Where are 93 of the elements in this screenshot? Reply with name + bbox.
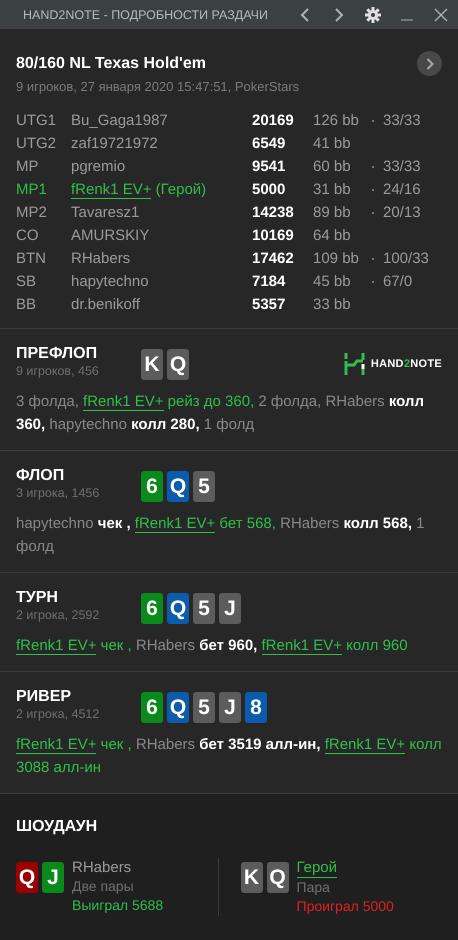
- stack-bb: 41 bb: [313, 134, 352, 154]
- playing-card: 5: [193, 471, 215, 502]
- stack-size: 10169: [252, 226, 295, 246]
- player-name: hapytechno: [71, 272, 150, 292]
- player-link[interactable]: Герой: [296, 858, 338, 878]
- playing-card: Q: [167, 692, 189, 723]
- player-link[interactable]: fRenk1 EV+: [324, 736, 406, 754]
- stack-size: 17462: [252, 249, 295, 269]
- street-info: 2 игрока, 2592: [16, 608, 100, 622]
- stack-bb: 60 bb: [313, 157, 352, 177]
- street-info: 2 игрока, 4512: [16, 707, 100, 721]
- showdown-title: ШОУДАУН: [16, 818, 98, 835]
- playing-card: J: [219, 692, 241, 723]
- player-link[interactable]: fRenk1 EV+: [134, 515, 216, 533]
- stack-size: 14238: [252, 203, 295, 223]
- hero-label: (Герой): [154, 181, 206, 198]
- street-title: ТУРН: [16, 589, 59, 607]
- player-position: BTN: [16, 249, 47, 269]
- playing-card: Q: [167, 471, 189, 502]
- stack-size: 5357: [252, 295, 286, 315]
- player-link[interactable]: fRenk1 EV+: [16, 637, 96, 655]
- player-position: MP: [16, 157, 40, 177]
- player-stats: 20/13: [383, 203, 422, 223]
- player-position: UTG2: [16, 134, 58, 154]
- hand-result: Выиграл 5688: [72, 896, 164, 915]
- stack-size: 9541: [252, 157, 286, 177]
- chevron-right-icon: [426, 58, 434, 70]
- playing-card: J: [42, 862, 64, 893]
- player-link[interactable]: fRenk1 EV+: [71, 181, 152, 199]
- playing-card: 6: [141, 471, 163, 502]
- stack-bb: 31 bb: [313, 180, 352, 200]
- player-position: BB: [16, 295, 38, 315]
- player-name: Tavaresz1: [71, 203, 140, 223]
- player-link[interactable]: fRenk1 EV+: [83, 393, 164, 411]
- player-name: zaf19721972: [71, 134, 159, 154]
- stack-bb: 45 bb: [313, 272, 352, 292]
- hand-title: 80/160 NL Texas Hold'em: [16, 54, 206, 72]
- hand-combination: Пара: [296, 878, 331, 897]
- street-title: РИВЕР: [16, 688, 72, 706]
- stack-bb: 89 bb: [313, 203, 352, 223]
- hand-info: 9 игроков, 27 января 2020 15:47:51, PokerStars: [16, 79, 300, 94]
- player-stats: 67/0: [383, 272, 414, 292]
- hand-result: Проиграл 5000: [296, 897, 394, 916]
- playing-card: 8: [245, 692, 267, 723]
- player-position: CO: [16, 226, 40, 246]
- stack-bb: 33 bb: [313, 295, 352, 315]
- stack-size: 7184: [252, 272, 286, 292]
- player-link[interactable]: fRenk1 EV+: [16, 736, 96, 754]
- playing-card: 6: [141, 692, 163, 723]
- playing-card: 5: [193, 593, 215, 624]
- street-info: 3 игрока, 1456: [16, 486, 100, 500]
- stack-size: 20169: [252, 111, 295, 131]
- player-name: pgremio: [71, 157, 126, 177]
- logo-text: HAND2NOTE: [370, 358, 442, 370]
- playing-card: 5: [193, 692, 215, 723]
- player-name: RHabers: [72, 858, 132, 877]
- action-summary: fRenk1 EV+ чек , RHabers бет 3519 алл-ин, fRenk1 EV+ колл 3088 алл-ин: [16, 735, 442, 778]
- playing-card: Q: [16, 862, 38, 893]
- player-link[interactable]: fRenk1 EV+: [262, 637, 342, 655]
- stack-bb: 126 bb: [313, 111, 360, 131]
- player-stats: 100/33: [383, 249, 430, 269]
- window-title: HAND2NOTE - ПОДРОБНОСТИ РАЗДАЧИ: [23, 8, 269, 22]
- playing-card: Q: [266, 862, 288, 893]
- player-stats: 33/33: [383, 111, 422, 131]
- player-position: SB: [16, 272, 38, 292]
- street-title: ФЛОП: [16, 467, 66, 485]
- hand-combination: Две пары: [72, 877, 135, 896]
- player-position: MP2: [16, 203, 48, 223]
- playing-card: K: [141, 349, 163, 380]
- street-title: ПРЕФЛОП: [16, 345, 98, 363]
- playing-card: 6: [141, 593, 163, 624]
- player-name: Bu_Gaga1987: [71, 111, 169, 131]
- player-stats: 24/16: [383, 180, 422, 200]
- playing-card: K: [240, 862, 262, 893]
- stack-bb: 64 bb: [313, 226, 352, 246]
- stack-size: 5000: [252, 180, 286, 200]
- stack-size: 6549: [252, 134, 286, 154]
- next-button[interactable]: [417, 51, 442, 76]
- player-name: AMURSKIY: [71, 226, 150, 246]
- action-summary: 3 фолда, fRenk1 EV+ рейз до 360, 2 фолда, RHabers колл 360, hapytechno колл 280, 1 фолд: [16, 392, 425, 435]
- logo-icon: [344, 353, 365, 375]
- playing-card: Q: [167, 593, 189, 624]
- stack-bb: 109 bb: [313, 249, 360, 269]
- player-position: MP1: [16, 180, 48, 200]
- action-summary: fRenk1 EV+ чек , RHabers бет 960, fRenk1 EV+ колл 960: [16, 636, 409, 657]
- playing-card: Q: [167, 349, 189, 380]
- player-name: dr.benikoff: [71, 295, 141, 315]
- player-name: RHabers: [71, 249, 132, 269]
- player-stats: 33/33: [383, 157, 422, 177]
- player-position: UTG1: [16, 111, 58, 131]
- action-summary: hapytechno чек , fRenk1 EV+ бет 568, RHabers колл 568, 1 фолд: [16, 514, 426, 557]
- playing-card: J: [219, 593, 241, 624]
- street-info: 9 игроков, 456: [16, 364, 100, 378]
